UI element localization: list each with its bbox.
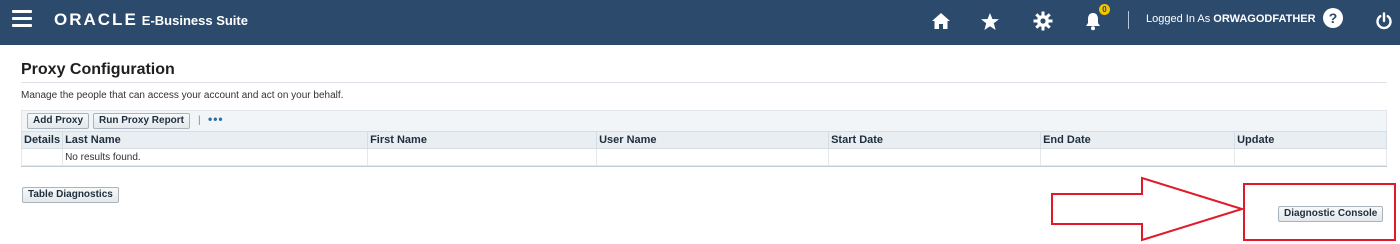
page-title: Proxy Configuration xyxy=(21,61,175,78)
annotation-highlight-box xyxy=(1243,183,1396,241)
more-actions-icon[interactable]: ••• xyxy=(208,112,224,126)
column-header-user-name[interactable]: User Name xyxy=(596,131,830,149)
table-cell xyxy=(828,148,1042,166)
bell-icon[interactable]: 0 xyxy=(1080,4,1110,34)
column-header-details[interactable]: Details xyxy=(20,131,64,149)
add-proxy-button[interactable]: Add Proxy xyxy=(27,113,90,129)
run-proxy-report-button[interactable]: Run Proxy Report xyxy=(93,113,191,129)
oracle-ebs-logo[interactable]: ORACLE E-Business Suite xyxy=(54,10,248,30)
table-toolbar: Add Proxy Run Proxy Report | ••• xyxy=(21,110,1387,131)
menu-icon[interactable] xyxy=(12,10,32,28)
help-icon[interactable]: ? xyxy=(1323,8,1343,28)
table-cell xyxy=(1040,148,1236,166)
star-icon[interactable] xyxy=(977,8,1003,34)
table-diagnostics-button[interactable]: Table Diagnostics xyxy=(22,187,119,203)
proxy-results-table: Details Last Name First Name User Name S… xyxy=(20,131,1387,166)
table-cell xyxy=(596,148,830,166)
proxy-table-region: Add Proxy Run Proxy Report | ••• Details… xyxy=(20,110,1387,167)
logged-in-user-label: Logged In As ORWAGODFATHER xyxy=(1146,13,1316,25)
table-bottom-border xyxy=(21,166,1387,167)
column-header-first-name[interactable]: First Name xyxy=(367,131,598,149)
annotation-arrow-icon xyxy=(1051,176,1246,242)
column-header-update[interactable]: Update xyxy=(1234,131,1387,149)
power-icon[interactable] xyxy=(1371,8,1397,34)
column-header-end-date[interactable]: End Date xyxy=(1040,131,1236,149)
table-cell xyxy=(1234,148,1387,166)
table-header-row: Details Last Name First Name User Name S… xyxy=(20,131,1387,149)
page-instruction-text: Manage the people that can access your a… xyxy=(21,90,344,101)
toolbar-separator: | xyxy=(198,115,201,126)
home-icon[interactable] xyxy=(928,8,954,34)
suite-name: E-Business Suite xyxy=(141,13,248,28)
details-cell xyxy=(20,148,64,166)
table-row: No results found. xyxy=(20,148,1387,166)
top-navigation-bar: ORACLE E-Business Suite 0 Logged In As OR… xyxy=(0,0,1400,45)
oracle-wordmark: ORACLE xyxy=(54,10,138,29)
notification-count-badge: 0 xyxy=(1099,4,1110,15)
column-header-last-name[interactable]: Last Name xyxy=(62,131,369,149)
gear-icon[interactable] xyxy=(1030,8,1056,34)
empty-results-message: No results found. xyxy=(62,148,369,166)
title-divider xyxy=(21,82,1387,83)
table-cell xyxy=(367,148,598,166)
header-divider xyxy=(1128,11,1129,29)
logged-in-username: ORWAGODFATHER xyxy=(1213,13,1316,25)
column-header-start-date[interactable]: Start Date xyxy=(828,131,1042,149)
logged-in-prefix: Logged In As xyxy=(1146,13,1214,25)
